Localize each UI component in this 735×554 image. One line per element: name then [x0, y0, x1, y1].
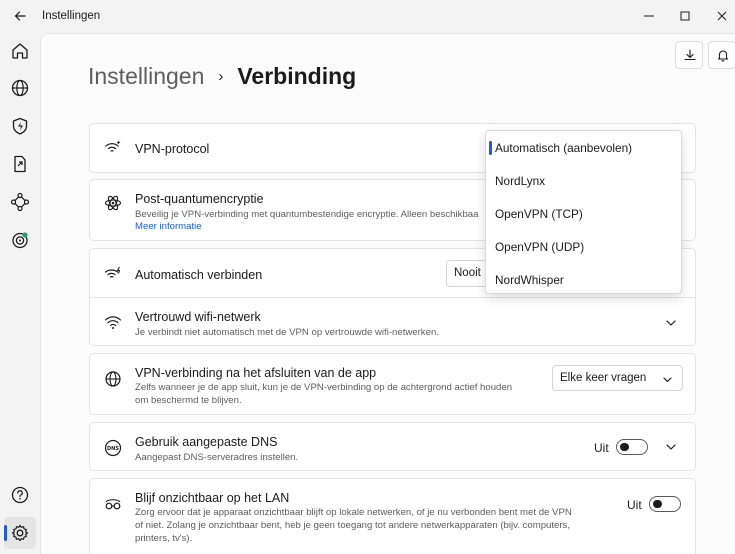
- globe-icon: [103, 369, 123, 389]
- wifi-bolt-icon: [103, 264, 123, 284]
- back-arrow-icon[interactable]: [12, 8, 28, 24]
- custom-dns-title: Gebruik aangepaste DNS: [135, 435, 278, 449]
- globe-icon[interactable]: [9, 77, 31, 99]
- option-label: NordLynx: [495, 174, 546, 188]
- toggle-knob: [620, 442, 629, 451]
- home-icon[interactable]: [9, 40, 31, 62]
- after-close-select[interactable]: Elke keer vragen: [552, 365, 683, 391]
- protocol-option-openvpn-udp[interactable]: OpenVPN (UDP): [486, 230, 683, 263]
- maximize-icon[interactable]: [677, 8, 693, 24]
- page-title: Verbinding: [237, 63, 357, 89]
- row-divider: [90, 297, 695, 298]
- option-label: OpenVPN (UDP): [495, 240, 585, 254]
- vpn-protocol-title: VPN-protocol: [135, 142, 210, 156]
- post-quantum-description: Beveilig je VPN-verbinding met quantumbe…: [135, 209, 479, 220]
- minimize-icon[interactable]: [641, 8, 657, 24]
- active-nav-indicator: [4, 525, 7, 541]
- breadcrumb: Instellingen › Verbinding: [88, 63, 356, 90]
- breadcrumb-parent[interactable]: Instellingen: [88, 63, 204, 90]
- option-label: NordWhisper: [495, 273, 564, 287]
- lan-invisible-toggle-label: Uit: [627, 498, 642, 512]
- option-label: Automatisch (aanbevolen): [495, 141, 633, 155]
- invisible-glasses-icon: [103, 494, 123, 514]
- custom-dns-toggle[interactable]: [616, 439, 648, 455]
- protocol-option-openvpn-tcp[interactable]: OpenVPN (TCP): [486, 197, 683, 230]
- protocol-dropdown-menu: Automatisch (aanbevolen) NordLynx OpenVP…: [485, 130, 682, 294]
- protocol-option-nordlynx[interactable]: NordLynx: [486, 164, 683, 197]
- toggle-knob: [653, 499, 662, 508]
- breadcrumb-separator: ›: [218, 68, 224, 85]
- lan-invisible-description-line-2: of niet. Zolang je onzichtbaar bent, heb…: [135, 520, 571, 531]
- after-close-title: VPN-verbinding na het afsluiten van de a…: [135, 366, 377, 380]
- help-icon[interactable]: [9, 484, 31, 506]
- settings-icon[interactable]: [9, 522, 31, 544]
- notifications-button[interactable]: [708, 41, 735, 69]
- chevron-down-icon: [662, 374, 673, 388]
- more-info-link[interactable]: Meer informatie: [135, 221, 202, 232]
- wifi-icon: [103, 312, 123, 332]
- svg-text:DNS: DNS: [107, 446, 119, 452]
- protocol-option-nordwhisper[interactable]: NordWhisper: [486, 263, 683, 296]
- custom-dns-toggle-label: Uit: [594, 441, 609, 455]
- lan-invisible-description-line-1: Zorg ervoor dat je apparaat onzichtbaar …: [135, 507, 572, 518]
- bell-icon: [717, 50, 729, 62]
- window-title: Instellingen: [42, 10, 101, 22]
- post-quantum-title: Post-quantumencryptie: [135, 192, 264, 206]
- dns-globe-icon: DNS: [103, 438, 123, 458]
- file-share-icon[interactable]: [9, 153, 31, 175]
- trusted-wifi-title: Vertrouwd wifi-netwerk: [135, 310, 261, 324]
- shield-bolt-icon[interactable]: [9, 115, 31, 137]
- meshnet-icon[interactable]: [9, 191, 31, 213]
- custom-dns-description: Aangepast DNS-serveradres instellen.: [135, 452, 299, 463]
- auto-connect-value: Nooit: [454, 267, 481, 279]
- lan-invisible-title: Blijf onzichtbaar op het LAN: [135, 491, 290, 505]
- title-bar: Instellingen: [0, 0, 735, 33]
- after-close-description-line-1: Zelfs wanneer je de app sluit, kun je de…: [135, 382, 513, 393]
- chevron-down-icon[interactable]: [663, 315, 679, 331]
- after-close-description-line-2: om beschermd te blijven.: [135, 395, 242, 406]
- sidebar: [0, 33, 40, 554]
- target-icon[interactable]: [9, 229, 31, 251]
- after-close-value: Elke keer vragen: [560, 372, 647, 384]
- protocol-option-automatic[interactable]: Automatisch (aanbevolen): [486, 131, 683, 164]
- auto-connect-title: Automatisch verbinden: [135, 268, 263, 282]
- lan-invisible-description-line-3: printers, tv's).: [135, 533, 193, 544]
- protocol-icon: [103, 138, 123, 158]
- selected-indicator: [489, 141, 492, 155]
- atom-icon: [103, 193, 123, 213]
- close-icon[interactable]: [714, 8, 730, 24]
- download-button[interactable]: [675, 41, 703, 69]
- option-label: OpenVPN (TCP): [495, 207, 583, 221]
- chevron-down-icon[interactable]: [663, 439, 679, 455]
- download-icon: [684, 49, 696, 61]
- trusted-wifi-description: Je verbindt niet automatisch met de VPN …: [135, 327, 439, 338]
- lan-invisible-toggle[interactable]: [649, 496, 681, 512]
- after-close-row: VPN-verbinding na het afsluiten van de a…: [89, 353, 696, 415]
- lan-invisible-row: Blijf onzichtbaar op het LAN Zorg ervoor…: [89, 478, 696, 554]
- custom-dns-row: DNS Gebruik aangepaste DNS Aangepast DNS…: [89, 422, 696, 471]
